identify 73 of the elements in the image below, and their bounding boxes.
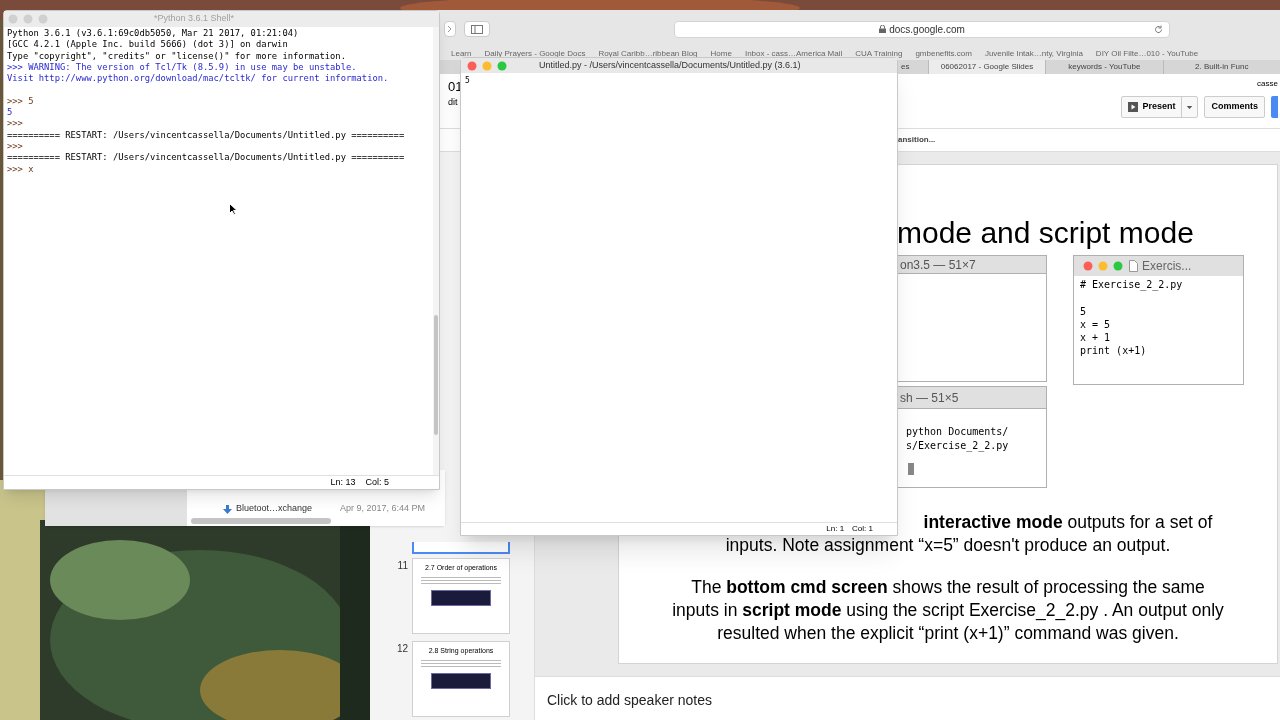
column-status: Col: 1 xyxy=(852,523,873,535)
line-status: Ln: 1 xyxy=(826,523,845,535)
present-label: Present xyxy=(1142,100,1176,114)
code-line: # Exercise_2_2.py xyxy=(1080,278,1183,292)
reload-icon[interactable] xyxy=(1154,24,1163,34)
window-controls-icon[interactable] xyxy=(1083,261,1125,271)
bookmark[interactable]: Juvenile Intak…nty, Virginia xyxy=(984,48,1083,60)
bookmark[interactable]: Inbox - cass…America Mail xyxy=(744,48,843,60)
play-icon xyxy=(1128,102,1139,112)
console-line: >>> xyxy=(7,140,23,153)
window-title: Untitled.py - /Users/vincentcassella/Documents/Untitled.py (3.6.1) xyxy=(539,58,801,72)
code-line: print (x+1) xyxy=(1080,344,1147,358)
document-icon xyxy=(1129,260,1138,272)
chevron-right-icon xyxy=(447,25,453,33)
thumbnail-screenshot xyxy=(431,672,491,689)
browser-tab[interactable]: 06062017 - Google Slides xyxy=(927,60,1046,74)
download-arrow-icon xyxy=(223,504,232,514)
console-line: >>> WARNING: The version of Tcl/Tk (8.5.9) in use may be unstable. xyxy=(7,61,357,74)
present-button[interactable]: Present xyxy=(1121,96,1199,118)
console-line: >>> xyxy=(7,118,23,130)
menu-item[interactable]: dit xyxy=(448,97,460,107)
window-controls-icon[interactable] xyxy=(467,60,509,71)
scrollbar[interactable] xyxy=(433,27,439,475)
console-line: Visit http://www.python.org/download/mac/tcltk/ for current information. xyxy=(7,73,389,85)
forward-button[interactable] xyxy=(444,21,456,37)
console-line: >>> x xyxy=(7,163,34,175)
console-line: ========== RESTART: /Users/vincentcassella/Documents/Untitled.py ========== xyxy=(7,152,405,164)
pointer-icon xyxy=(229,203,237,215)
window-title: *Python 3.6.1 Shell* xyxy=(154,12,235,26)
code-line: 5 xyxy=(465,75,470,86)
account-name[interactable]: casse xyxy=(1257,74,1278,90)
bookmark[interactable]: gmbenefits.com xyxy=(915,48,972,60)
console-line: 5 xyxy=(7,107,13,119)
terminal-title: on3.5 — 51×7 xyxy=(900,256,976,274)
console-line: >>> 5 xyxy=(7,95,34,108)
code-line: x + 1 xyxy=(1080,331,1111,345)
sidebar-button[interactable] xyxy=(464,21,490,37)
bookmark[interactable]: Home xyxy=(710,48,732,60)
slide-thumbnail[interactable] xyxy=(412,542,510,554)
transition-menu[interactable]: ansition... xyxy=(898,134,936,146)
slide-paragraph: The bottom cmd screen shows the result of processing the same inputs in script mode using the script Exercise_2_2.py . An output only resulted when the explicit “print (x+1)” command was given. xyxy=(671,576,1225,645)
console-line: Type "copyright", "credits" or "license()" for more information. xyxy=(7,50,346,62)
window-controls-icon[interactable] xyxy=(8,14,50,24)
terminal-line: s/Exercise_2_2.py xyxy=(906,439,1009,453)
bookmark[interactable]: CUA Training xyxy=(855,48,903,60)
slide-text: interactive mode outputs for a set of xyxy=(923,511,1213,534)
speaker-notes-field[interactable]: Click to add speaker notes xyxy=(535,676,1280,720)
terminal-line: python Documents/ xyxy=(906,425,1009,439)
sidebar-icon xyxy=(471,24,483,34)
slide-text: inputs. Note assignment “x=5” doesn't produce an output. xyxy=(725,534,1171,557)
column-status: Col: 5 xyxy=(365,475,389,489)
lock-icon xyxy=(879,25,887,33)
thumbnail-screenshot xyxy=(431,589,491,606)
console-line: Python 3.6.1 (v3.6.1:69c0db5050, Mar 21 2017, 01:21:04) xyxy=(7,28,299,40)
file-date: Apr 9, 2017, 6:44 PM xyxy=(340,502,426,516)
slide-number: 11 xyxy=(397,560,408,571)
terminal-title: sh — 51×5 xyxy=(900,389,959,407)
console-line: [GCC 4.2.1 (Apple Inc. build 5666) (dot 3)] on darwin xyxy=(7,39,288,51)
file-name[interactable]: Bluetoot…xchange xyxy=(236,502,336,516)
code-line: 5 xyxy=(1080,304,1087,318)
line-status: Ln: 13 xyxy=(330,475,356,489)
console-line: ========== RESTART: /Users/vincentcassella/Documents/Untitled.py ========== xyxy=(7,129,405,141)
comments-button[interactable]: Comments xyxy=(1204,96,1265,118)
bookmark[interactable]: DIY Oil Filte…010 - YouTube xyxy=(1095,48,1199,60)
editor-title: Exercis... xyxy=(1142,258,1192,275)
slide-number: 12 xyxy=(396,643,408,654)
slide-title: mode and script mode xyxy=(897,215,1195,251)
url-text: docs.google.com xyxy=(889,22,965,37)
scrollbar[interactable] xyxy=(191,518,331,524)
bookmark[interactable]: Learn xyxy=(451,48,472,60)
code-line: x = 5 xyxy=(1080,317,1111,332)
address-bar[interactable]: docs.google.com xyxy=(674,20,1170,38)
terminal-cursor xyxy=(908,463,914,475)
